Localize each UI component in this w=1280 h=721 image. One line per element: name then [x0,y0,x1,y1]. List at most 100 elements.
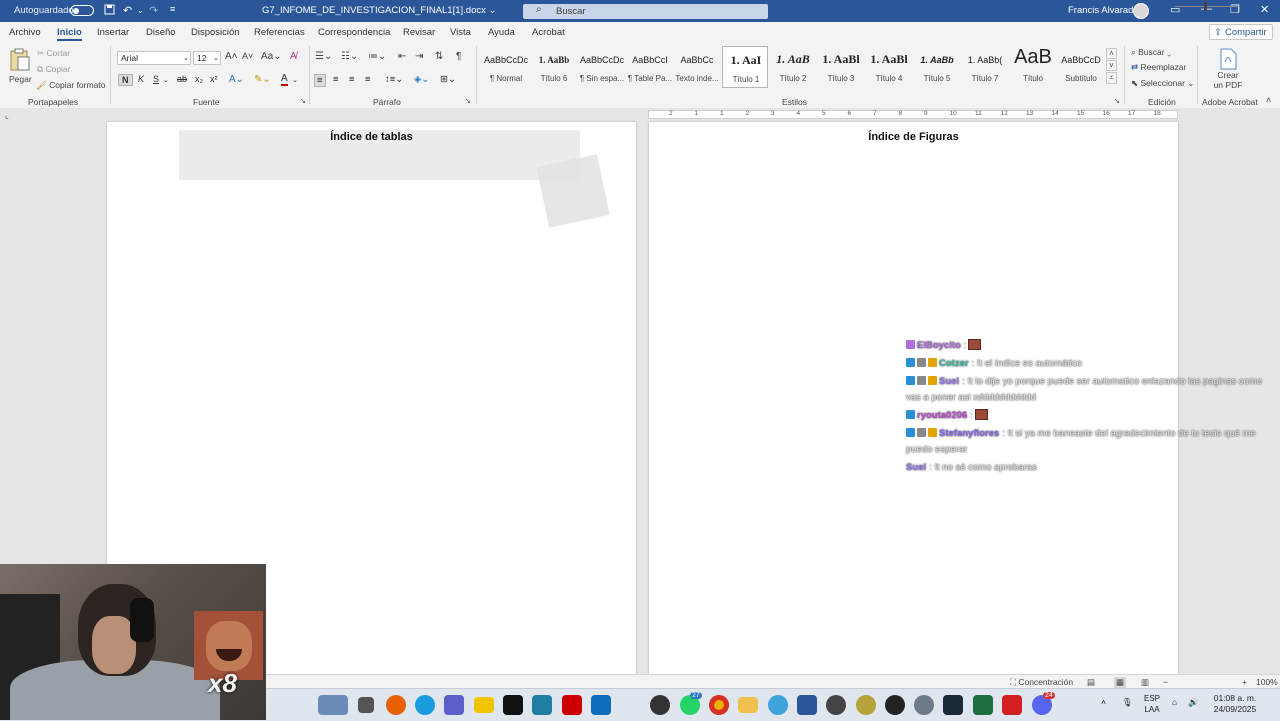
tab-archivo[interactable]: Archivo [9,27,41,38]
pdf-app-icon[interactable] [1002,695,1022,715]
numbering-icon[interactable]: ☷⌄ [341,51,358,62]
create-pdf-button[interactable]: Crear un PDF [1210,46,1246,94]
clock[interactable]: 01:08 a. m. 24/09/2025 [1200,693,1270,715]
bullets-icon[interactable]: ☰⌄ [315,51,332,62]
tab-insertar[interactable]: Insertar [97,27,129,38]
font-size-combo[interactable]: 12 ⌄ [193,51,221,65]
horizontal-ruler[interactable]: 2 1 1 2 3 4 5 6 7 8 9 10 11 12 13 14 15 16 17 18 [648,110,1178,119]
settings-icon[interactable] [914,695,934,715]
tiktok-icon[interactable] [503,695,523,715]
customize-toolbar-icon[interactable]: ≡ [170,4,175,14]
shrink-font-icon[interactable]: A˅ [242,51,253,61]
share-button[interactable]: ⇪ Compartir [1209,24,1273,40]
clear-formatting-icon[interactable]: A̸ [290,51,297,62]
style-item[interactable]: AaB Título [1010,46,1056,88]
store-icon[interactable] [474,697,494,713]
increase-indent-icon[interactable]: ⇥ [415,51,423,62]
tab-referencias[interactable]: Referencias [254,27,305,38]
read-mode-icon[interactable]: ▤ [1087,677,1095,688]
select-button[interactable]: ⬉ Seleccionar ⌄ [1131,78,1194,89]
style-item[interactable]: AaBbCcDc ¶ Normal [483,46,529,88]
replace-button[interactable]: ⇄ Reemplazar [1131,62,1186,73]
align-right-icon[interactable]: ≡ [349,74,355,85]
zoom-slider-thumb[interactable] [1204,2,1207,11]
teams-icon[interactable] [444,695,464,715]
print-layout-icon[interactable]: ▦ [1114,677,1127,688]
tab-inicio[interactable]: Inicio [57,27,82,41]
style-item[interactable]: 1. AaBb Título 5 [914,46,960,88]
chat-username[interactable]: ElBoycito [917,340,961,351]
style-item[interactable]: AaBbCc Texto inde... [674,46,720,88]
style-item[interactable]: 1. AaBb Título 6 [531,46,577,88]
shading-icon[interactable]: ◈⌄ [414,74,429,85]
obs-icon[interactable] [650,695,670,715]
firefox-icon[interactable] [386,695,406,715]
subscript-icon[interactable]: x₂ [195,74,203,84]
acrobat-icon[interactable] [562,695,582,715]
chrome-icon[interactable] [709,695,729,715]
app-icon[interactable] [532,695,552,715]
style-item[interactable]: 1. AaI Título 1 [722,46,768,88]
style-item[interactable]: 1. AaBl Título 4 [866,46,912,88]
document-title[interactable]: G7_INFOME_DE_INVESTIGACION_FINAL1[1].doc… [262,5,496,16]
format-painter-button[interactable]: 🖌 Copiar formato [36,80,105,91]
borders-icon[interactable]: ⊞⌄ [440,74,456,85]
chat-username[interactable]: Cotzer [939,358,969,369]
network-icon[interactable]: ⌂ [1172,697,1177,707]
text-effects-icon[interactable]: A⌄ [229,74,244,85]
app2-icon[interactable] [826,695,846,715]
zoom-slider[interactable] [1175,6,1240,7]
align-left-icon[interactable]: ≡ [314,74,326,87]
undo-icon[interactable]: ↶ [123,4,132,17]
grow-font-icon[interactable]: A˄ [225,51,238,62]
undo-dropdown-icon[interactable]: ⌄ [137,6,144,15]
style-item[interactable]: 1. AaB Título 2 [770,46,816,88]
zoom-out-icon[interactable]: − [1163,677,1168,687]
justify-icon[interactable]: ≡ [365,74,371,85]
cut-button[interactable]: ✂ Cortar [37,48,70,59]
search-box[interactable]: ⌕ Buscar [523,4,768,19]
app3-icon[interactable] [856,695,876,715]
style-item[interactable]: 1. AaBb(Título 7 [962,46,1008,88]
file-explorer-icon[interactable] [738,697,758,713]
strikethrough-icon[interactable]: ab [177,74,187,84]
tab-correspondencia[interactable]: Correspondencia [318,27,390,38]
font-dialog-launcher-icon[interactable]: ↘ [300,97,306,105]
style-item[interactable]: AaBbCcDc ¶ Sin espa... [579,46,625,88]
avatar[interactable] [1133,3,1149,19]
line-spacing-icon[interactable]: ↕≡⌄ [385,74,403,85]
close-icon[interactable]: ✕ [1260,3,1269,16]
microphone-icon[interactable]: 🎙 [1122,697,1133,708]
sort-icon[interactable]: ⇅ [435,51,443,62]
copy-button[interactable]: ⧉ Copiar [37,64,71,75]
tab-acrobat[interactable]: Acrobat [532,27,565,38]
styles-more-icon[interactable]: ⩡ [1106,72,1117,84]
app4-icon[interactable] [885,695,905,715]
restore-icon[interactable]: ❐ [1230,3,1240,16]
save-icon[interactable] [104,4,115,15]
chat-username[interactable]: Stefanyflores [939,428,999,439]
bold-button[interactable]: N [118,74,133,86]
show-formatting-marks-icon[interactable]: ¶ [456,51,461,62]
tab-disposicion[interactable]: Disposición [191,27,240,38]
font-name-combo[interactable]: Arial ⌄ [117,51,191,65]
focus-mode-button[interactable]: ⛶ Concentración [1010,677,1073,688]
browser-icon[interactable] [768,695,788,715]
font-color-icon[interactable]: A [281,74,288,86]
tab-ayuda[interactable]: Ayuda [488,27,515,38]
zoom-level[interactable]: 100% [1256,677,1278,687]
edge-icon[interactable] [415,695,435,715]
font-color-dropdown-icon[interactable]: ⌄ [292,76,298,84]
redo-icon[interactable]: ↷ [149,4,158,17]
word-icon[interactable] [797,695,817,715]
style-item[interactable]: 1. AaBl Título 3 [818,46,864,88]
chat-username[interactable]: ryouta0206 [917,410,967,421]
styles-dialog-launcher-icon[interactable]: ↘ [1114,97,1120,105]
decrease-indent-icon[interactable]: ⇤ [398,51,406,62]
highlight-icon[interactable]: ✎⌄ [254,74,271,85]
steam-icon[interactable] [943,695,963,715]
outlook-icon[interactable] [591,695,611,715]
ribbon-display-icon[interactable]: ▭ [1170,3,1180,16]
italic-button[interactable]: K [138,74,144,84]
chat-username[interactable]: Suel [906,462,926,473]
